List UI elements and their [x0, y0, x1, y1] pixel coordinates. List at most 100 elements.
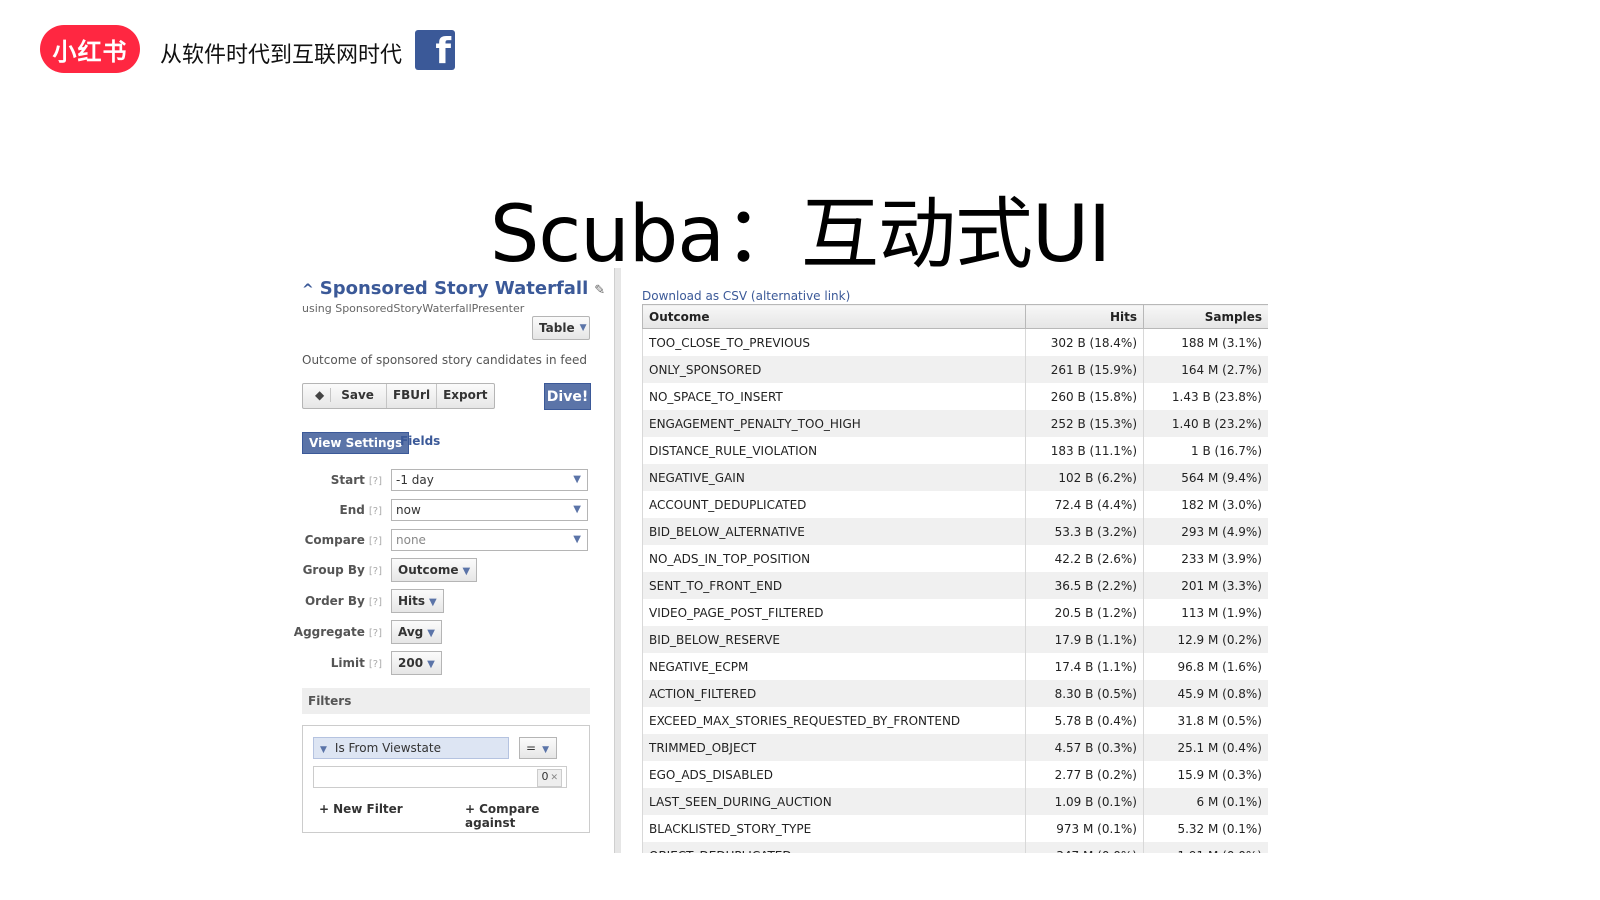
cell-samples: 1.43 B (23.8%) — [1143, 383, 1268, 410]
cell-outcome: SENT_TO_FRONT_END — [642, 572, 1026, 599]
compare-against-link[interactable]: + Compare against — [465, 802, 589, 830]
table-row[interactable]: NEGATIVE_GAIN 102 B (6.2%) 564 M (9.4%) — [642, 464, 1268, 491]
cell-hits: 302 B (18.4%) — [1025, 328, 1144, 356]
cell-hits: 2.77 B (0.2%) — [1025, 761, 1144, 788]
table-row[interactable]: ONLY_SPONSORED 261 B (15.9%) 164 M (2.7%) — [642, 356, 1268, 383]
tab-view-settings[interactable]: View Settings — [302, 432, 410, 454]
table-row[interactable]: TOO_CLOSE_TO_PREVIOUS 302 B (18.4%) 188 M … — [642, 328, 1268, 356]
cell-samples: 25.1 M (0.4%) — [1143, 734, 1268, 761]
cell-hits: 183 B (11.1%) — [1025, 437, 1144, 464]
help-icon[interactable]: [?] — [369, 536, 382, 547]
filter-value-input[interactable]: 0 ✕ — [313, 766, 567, 788]
filter-value-tag[interactable]: 0 ✕ — [537, 769, 562, 787]
export-button[interactable]: Export — [437, 384, 493, 408]
cell-outcome: EXCEED_MAX_STORIES_REQUESTED_BY_FRONTEND — [642, 707, 1026, 734]
help-icon[interactable]: [?] — [369, 597, 382, 608]
dataset-description: Outcome of sponsored story candidates in… — [302, 353, 587, 367]
table-row[interactable]: BLACKLISTED_STORY_TYPE 973 M (0.1%) 5.32 M… — [642, 815, 1268, 842]
help-icon[interactable]: [?] — [369, 506, 382, 517]
dive-button[interactable]: Dive! — [544, 383, 591, 410]
action-button-group: ◆ Save FBUrl Export — [302, 383, 495, 409]
filter-field-select[interactable]: ▼ Is From Viewstate — [313, 737, 509, 759]
help-icon[interactable]: [?] — [369, 566, 382, 577]
filter-operator-select[interactable]: = ▼ — [519, 737, 557, 759]
save-button[interactable]: ◆ Save — [303, 384, 387, 408]
table-header-row: Outcome Hits Samples — [642, 304, 1268, 329]
end-label-text: End — [339, 503, 365, 517]
help-icon[interactable]: [?] — [369, 628, 382, 639]
chevron-down-icon: ▼ — [462, 566, 471, 577]
dataset-title[interactable]: ^ Sponsored Story Waterfall ✎ — [302, 278, 605, 299]
cell-hits: 5.78 B (0.4%) — [1025, 707, 1144, 734]
new-filter-link[interactable]: + New Filter — [319, 802, 403, 816]
help-icon[interactable]: [?] — [369, 659, 382, 670]
panel-resize-handle[interactable] — [614, 268, 621, 853]
cell-hits: 261 B (15.9%) — [1025, 356, 1144, 383]
table-row[interactable]: SENT_TO_FRONT_END 36.5 B (2.2%) 201 M (3.3… — [642, 572, 1268, 599]
fburl-button[interactable]: FBUrl — [387, 384, 438, 408]
cell-samples: 164 M (2.7%) — [1143, 356, 1268, 383]
table-row[interactable]: OBJECT_DEDUPLICATED347 M (0.0%)1.91 M (0… — [642, 842, 1268, 853]
cell-outcome: BID_BELOW_RESERVE — [642, 626, 1026, 653]
dataset-title-text: Sponsored Story Waterfall — [319, 278, 589, 299]
remove-tag-icon[interactable]: ✕ — [550, 773, 558, 783]
slide-subtitle: 从软件时代到互联网时代 — [160, 43, 403, 68]
group-by-value: Outcome — [398, 563, 459, 577]
save-label: Save — [341, 388, 374, 402]
collapse-caret-icon[interactable]: ^ — [302, 282, 314, 298]
group-by-label-text: Group By — [302, 563, 365, 577]
download-csv-link[interactable]: Download as CSV (alternative link) — [642, 289, 850, 303]
table-row[interactable]: DISTANCE_RULE_VIOLATION 183 B (11.1%) 1 B … — [642, 437, 1268, 464]
table-row[interactable]: EGO_ADS_DISABLED 2.77 B (0.2%) 15.9 M (0.3… — [642, 761, 1268, 788]
table-row[interactable]: ACCOUNT_DEDUPLICATED 72.4 B (4.4%) 182 M (… — [642, 491, 1268, 518]
end-select[interactable]: now ▼ — [391, 499, 588, 521]
xiaohongshu-logo: 小红书 — [40, 25, 140, 73]
table-row[interactable]: TRIMMED_OBJECT 4.57 B (0.3%) 25.1 M (0.4%) — [642, 734, 1268, 761]
start-select[interactable]: -1 day ▼ — [391, 469, 588, 491]
tab-fields[interactable]: Fields — [400, 434, 440, 448]
cell-samples: 31.8 M (0.5%) — [1143, 707, 1268, 734]
filter-field-value: Is From Viewstate — [334, 741, 441, 755]
cell-samples: 113 M (1.9%) — [1143, 599, 1268, 626]
results-table-container: Outcome Hits Samples TOO_CLOSE_TO_PREVIO… — [642, 304, 1268, 853]
table-row[interactable]: NEGATIVE_ECPM 17.4 B (1.1%) 96.8 M (1.6%) — [642, 653, 1268, 680]
aggregate-select[interactable]: Avg ▼ — [391, 620, 442, 644]
table-row[interactable]: VIDEO_PAGE_POST_FILTERED 20.5 B (1.2%) 113… — [642, 599, 1268, 626]
table-row[interactable]: NO_ADS_IN_TOP_POSITION 42.2 B (2.6%) 233 M… — [642, 545, 1268, 572]
table-row[interactable]: BID_BELOW_RESERVE 17.9 B (1.1%) 12.9 M (0.… — [642, 626, 1268, 653]
compare-select[interactable]: none ▼ — [391, 529, 588, 551]
cell-outcome: VIDEO_PAGE_POST_FILTERED — [642, 599, 1026, 626]
limit-select[interactable]: 200 ▼ — [391, 651, 442, 675]
cell-outcome: ONLY_SPONSORED — [642, 356, 1026, 383]
table-row[interactable]: LAST_SEEN_DURING_AUCTION 1.09 B (0.1%) 6 M… — [642, 788, 1268, 815]
chevron-down-icon: ▼ — [573, 504, 581, 515]
table-row[interactable]: BID_BELOW_ALTERNATIVE 53.3 B (3.2%) 293 M … — [642, 518, 1268, 545]
order-by-select[interactable]: Hits ▼ — [391, 589, 444, 613]
edit-pencil-icon[interactable]: ✎ — [594, 283, 605, 298]
table-row[interactable]: ENGAGEMENT_PENALTY_TOO_HIGH 252 B (15.3%)… — [642, 410, 1268, 437]
cell-outcome: NO_SPACE_TO_INSERT — [642, 383, 1026, 410]
compare-against-label: Compare against — [465, 802, 540, 830]
cell-outcome: NO_ADS_IN_TOP_POSITION — [642, 545, 1026, 572]
table-row[interactable]: ACTION_FILTERED 8.30 B (0.5%) 45.9 M (0.8%… — [642, 680, 1268, 707]
filter-value-text: 0 — [541, 770, 549, 783]
column-header-hits[interactable]: Hits — [1025, 304, 1144, 329]
cell-samples: 15.9 M (0.3%) — [1143, 761, 1268, 788]
end-value: now — [396, 503, 421, 517]
column-header-samples[interactable]: Samples — [1143, 304, 1268, 329]
filters-header: Filters — [302, 688, 590, 714]
column-header-outcome[interactable]: Outcome — [642, 304, 1026, 329]
cell-outcome: TRIMMED_OBJECT — [642, 734, 1026, 761]
table-row[interactable]: EXCEED_MAX_STORIES_REQUESTED_BY_FRONTEND… — [642, 707, 1268, 734]
slide-title: Scuba：互动式UI — [489, 190, 1111, 280]
cell-outcome: BLACKLISTED_STORY_TYPE — [642, 815, 1026, 842]
table-row[interactable]: NO_SPACE_TO_INSERT 260 B (15.8%) 1.43 B (2… — [642, 383, 1268, 410]
cell-hits: 8.30 B (0.5%) — [1025, 680, 1144, 707]
cell-outcome: LAST_SEEN_DURING_AUCTION — [642, 788, 1026, 815]
help-icon[interactable]: [?] — [369, 476, 382, 487]
cell-hits: 102 B (6.2%) — [1025, 464, 1144, 491]
limit-label: Limit [?] — [331, 656, 382, 670]
order-by-value: Hits — [398, 594, 426, 608]
view-type-select[interactable]: Table ▼ — [532, 316, 590, 340]
group-by-select[interactable]: Outcome ▼ — [391, 558, 478, 582]
